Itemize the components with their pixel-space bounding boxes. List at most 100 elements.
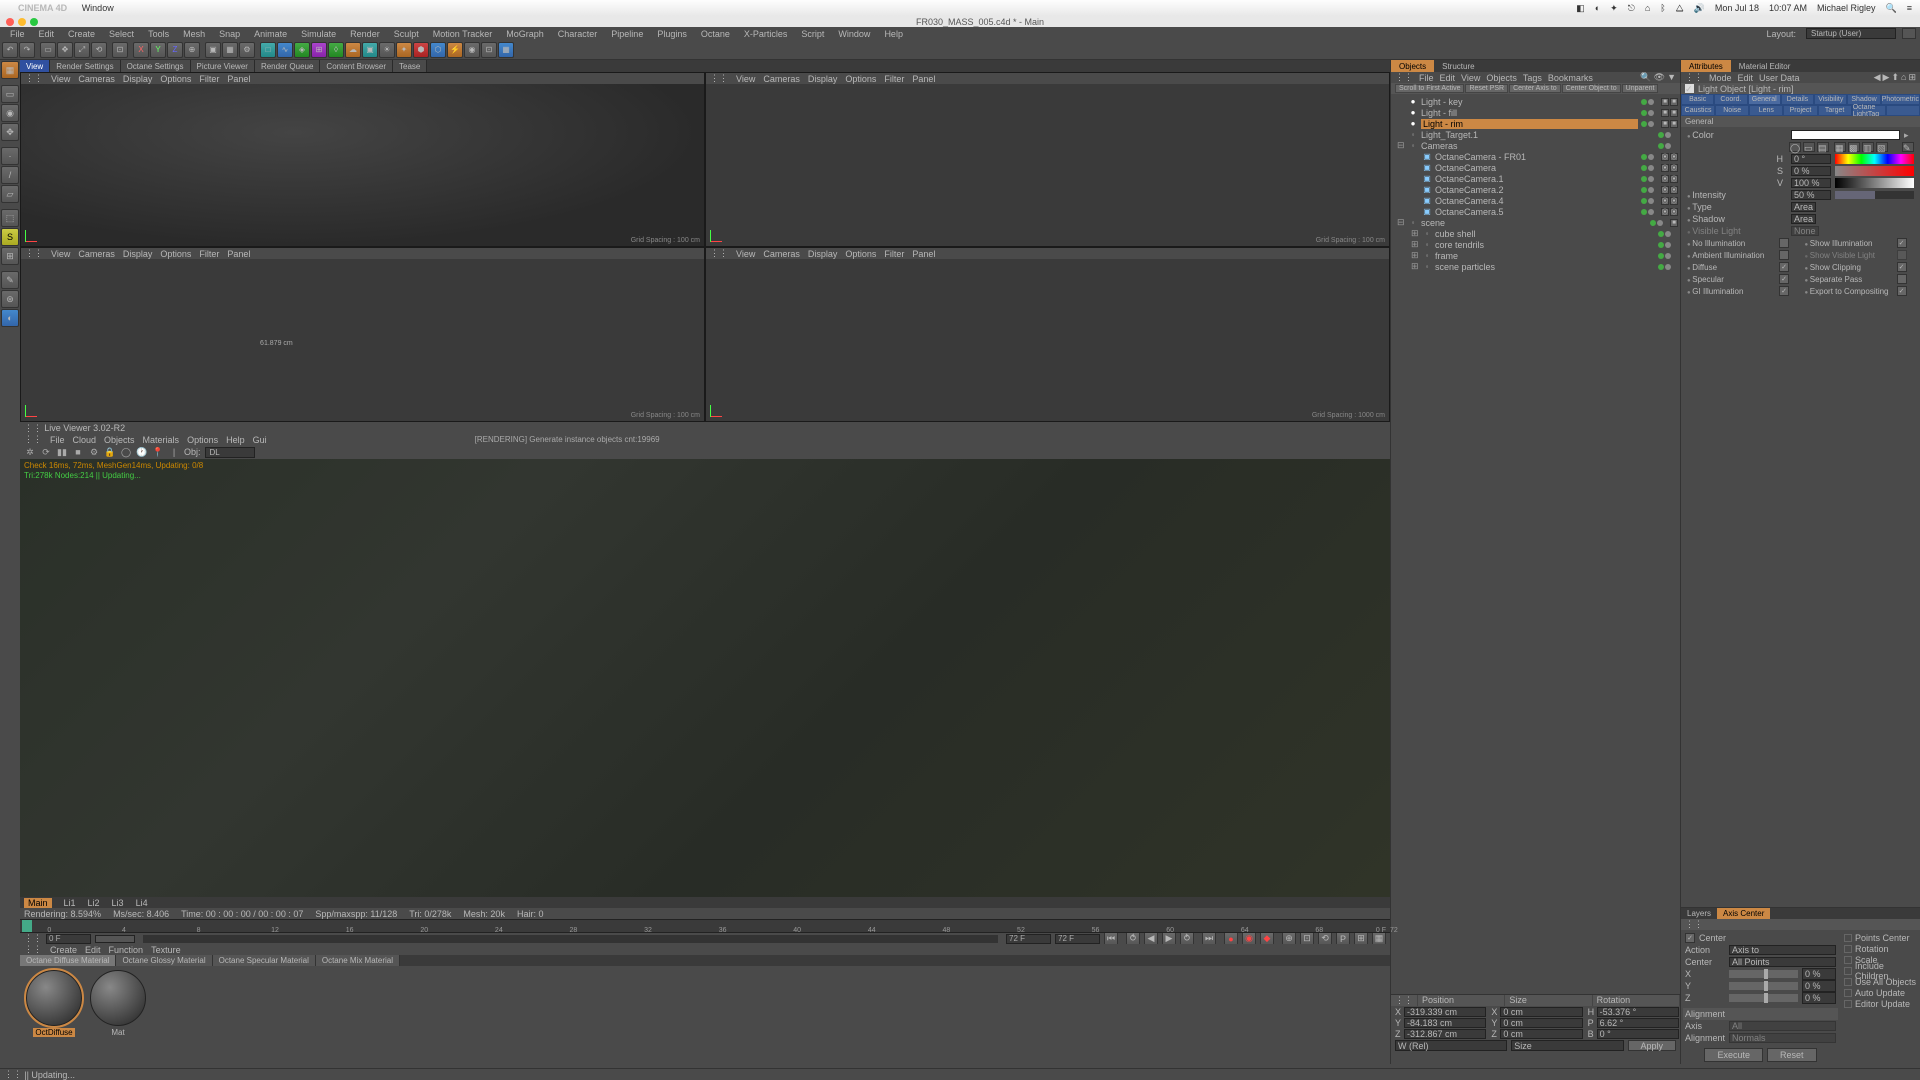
- tab-octane-settings[interactable]: Octane Settings: [121, 60, 191, 72]
- point-mode[interactable]: ·: [1, 147, 19, 165]
- object-name[interactable]: frame: [1435, 251, 1655, 261]
- checkbox[interactable]: [1844, 934, 1852, 942]
- visibility-dot[interactable]: [1648, 110, 1654, 116]
- object-name[interactable]: OctaneCamera - FR01: [1435, 152, 1638, 162]
- menubar-icon[interactable]: ⌂: [1645, 3, 1650, 13]
- menu-simulate[interactable]: Simulate: [295, 29, 342, 39]
- object-name[interactable]: Light - rim: [1421, 119, 1638, 129]
- tool-button[interactable]: ⊡: [481, 42, 497, 58]
- visibility-dot[interactable]: [1658, 253, 1664, 259]
- filter-icon[interactable]: ▼: [1667, 72, 1676, 83]
- size-input[interactable]: 0 cm: [1500, 1007, 1582, 1017]
- object-tag[interactable]: ⦿: [1661, 208, 1669, 216]
- mat-menu-texture[interactable]: Texture: [151, 945, 181, 955]
- visibility-dot[interactable]: [1641, 110, 1647, 116]
- grip-icon[interactable]: ⋮⋮: [1391, 995, 1418, 1006]
- tool-button[interactable]: ⬢: [413, 42, 429, 58]
- attr-tab-basic[interactable]: Basic: [1681, 94, 1714, 105]
- model-mode[interactable]: ▭: [1, 85, 19, 103]
- tree-item[interactable]: ⊟◦Cameras: [1393, 140, 1678, 151]
- menubar-date[interactable]: Mon Jul 18: [1715, 3, 1759, 13]
- size-input[interactable]: 0 cm: [1500, 1018, 1582, 1028]
- lv-menu-objects[interactable]: Objects: [104, 435, 135, 445]
- checkbox[interactable]: ✓: [1897, 238, 1907, 248]
- object-name[interactable]: Light - key: [1421, 97, 1638, 107]
- tool-button[interactable]: ⬚: [1, 209, 19, 227]
- chevron-right-icon[interactable]: ▸: [1904, 130, 1914, 141]
- obj-tool-button[interactable]: Scroll to First Active: [1395, 84, 1464, 93]
- close-window[interactable]: [6, 18, 14, 26]
- bluetooth-icon[interactable]: ᛒ: [1660, 3, 1665, 13]
- vp-menu-display[interactable]: Display: [123, 74, 153, 84]
- snap-toggle[interactable]: S: [1, 228, 19, 246]
- visibility-dot[interactable]: [1658, 264, 1664, 270]
- object-tag[interactable]: ⦿: [1670, 175, 1678, 183]
- vp-menu-cameras[interactable]: Cameras: [78, 249, 115, 259]
- back-icon[interactable]: ◀: [1874, 72, 1881, 83]
- value-slider[interactable]: [1835, 191, 1914, 199]
- render-region[interactable]: ▦: [222, 42, 238, 58]
- vp-menu-options[interactable]: Options: [160, 249, 191, 259]
- checkbox[interactable]: [1844, 967, 1852, 975]
- visibility-dot[interactable]: [1658, 231, 1664, 237]
- visibility-dot[interactable]: [1648, 187, 1654, 193]
- lv-menu-cloud[interactable]: Cloud: [73, 435, 97, 445]
- grip-icon[interactable]: ⋮⋮: [4, 1069, 22, 1080]
- visibility-dot[interactable]: [1658, 132, 1664, 138]
- object-tag[interactable]: ⦿: [1670, 208, 1678, 216]
- checkbox[interactable]: [1844, 1000, 1852, 1008]
- attr-tab-visibility[interactable]: Visibility: [1814, 94, 1847, 105]
- field-input[interactable]: Area: [1791, 202, 1816, 212]
- picker-button[interactable]: ▩: [1848, 142, 1860, 152]
- menu-plugins[interactable]: Plugins: [651, 29, 693, 39]
- array-tool[interactable]: ⊞: [311, 42, 327, 58]
- tool-button[interactable]: ✎: [1, 271, 19, 289]
- layer-label-main[interactable]: Main: [24, 898, 52, 908]
- object-name[interactable]: Cameras: [1421, 141, 1655, 151]
- object-name[interactable]: cube shell: [1435, 229, 1655, 239]
- checkbox[interactable]: [1897, 250, 1907, 260]
- tool-button[interactable]: ⊡: [112, 42, 128, 58]
- vp-menu-display[interactable]: Display: [808, 249, 838, 259]
- action-select[interactable]: Axis to: [1729, 945, 1836, 955]
- lv-menu-file[interactable]: File: [50, 435, 65, 445]
- tree-item[interactable]: ▣OctaneCamera.5⦿⦿: [1393, 206, 1678, 217]
- picker-button[interactable]: ◯: [1789, 142, 1801, 152]
- expand-toggle[interactable]: ⊞: [1411, 239, 1419, 250]
- tool-button[interactable]: ⚡: [447, 42, 463, 58]
- tree-item[interactable]: ⊟◦scene■: [1393, 217, 1678, 228]
- expand-toggle[interactable]: ⊞: [1411, 250, 1419, 261]
- obj-menu-objects[interactable]: Objects: [1486, 73, 1517, 83]
- vp-menu-options[interactable]: Options: [160, 74, 191, 84]
- visibility-dot[interactable]: [1641, 121, 1647, 127]
- render-view[interactable]: Check 16ms, 72ms, MeshGen14ms, Updating:…: [20, 459, 1390, 897]
- mat-tab[interactable]: Octane Specular Material: [213, 955, 316, 966]
- object-name[interactable]: Light - fill: [1421, 108, 1638, 118]
- object-tag[interactable]: ■: [1661, 109, 1669, 117]
- center-checkbox[interactable]: ✓: [1685, 933, 1695, 943]
- obj-menu-edit[interactable]: Edit: [1440, 73, 1456, 83]
- window-menu[interactable]: Window: [82, 3, 114, 13]
- viewport-top[interactable]: ⋮⋮ViewCamerasDisplayOptionsFilterPanel T…: [705, 72, 1390, 247]
- tree-item[interactable]: ▣OctaneCamera.1⦿⦿: [1393, 173, 1678, 184]
- picker-button[interactable]: ▧: [1876, 142, 1888, 152]
- edge-mode[interactable]: /: [1, 166, 19, 184]
- attr-tab-details[interactable]: Details: [1781, 94, 1814, 105]
- visibility-dot[interactable]: [1641, 187, 1647, 193]
- refresh-icon[interactable]: ⟳: [40, 446, 52, 458]
- tree-item[interactable]: ●Light - fill■■: [1393, 107, 1678, 118]
- menubar-time[interactable]: 10:07 AM: [1769, 3, 1807, 13]
- visibility-dot[interactable]: [1648, 198, 1654, 204]
- vp-menu-cameras[interactable]: Cameras: [763, 74, 800, 84]
- object-name[interactable]: OctaneCamera: [1435, 163, 1638, 173]
- picker-button[interactable]: ▥: [1862, 142, 1874, 152]
- grip-icon[interactable]: ⋮⋮: [710, 73, 728, 84]
- vp-menu-panel[interactable]: Panel: [227, 74, 250, 84]
- grip-icon[interactable]: ⋮⋮: [1395, 72, 1413, 83]
- checkbox[interactable]: [1844, 945, 1852, 953]
- visibility-dot[interactable]: [1648, 154, 1654, 160]
- object-name[interactable]: core tendrils: [1435, 240, 1655, 250]
- alignment-select[interactable]: Normals: [1729, 1033, 1836, 1043]
- range-cur-input[interactable]: [1006, 934, 1051, 944]
- tree-item[interactable]: ⊞◦cube shell: [1393, 228, 1678, 239]
